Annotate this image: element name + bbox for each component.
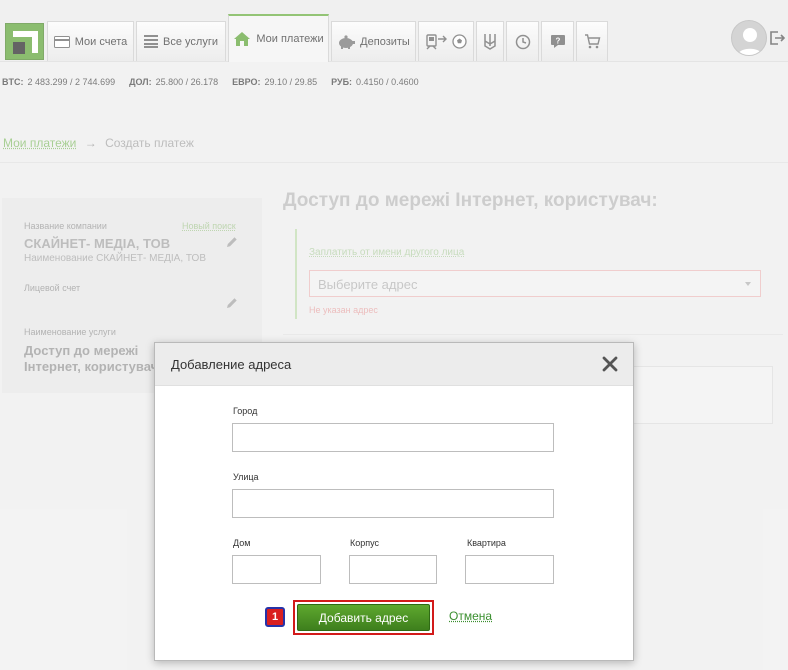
apartment-label: Квартира bbox=[467, 538, 506, 548]
add-address-button[interactable]: Добавить адрес bbox=[297, 604, 430, 631]
annotation-marker: 1 bbox=[265, 607, 285, 627]
building-input[interactable] bbox=[349, 555, 437, 584]
add-address-button-highlight: Добавить адрес bbox=[293, 600, 434, 635]
close-icon[interactable] bbox=[602, 356, 618, 372]
street-input[interactable] bbox=[232, 489, 554, 518]
apartment-input[interactable] bbox=[465, 555, 554, 584]
dialog-title: Добавление адреса bbox=[171, 357, 292, 372]
city-label: Город bbox=[233, 406, 258, 416]
building-label: Корпус bbox=[350, 538, 380, 548]
dialog-header: Добавление адреса bbox=[155, 343, 633, 386]
house-label: Дом bbox=[233, 538, 251, 548]
house-input[interactable] bbox=[232, 555, 321, 584]
add-address-dialog: Добавление адреса Город Улица Дом Корпус… bbox=[154, 342, 634, 661]
city-input[interactable] bbox=[232, 423, 554, 452]
street-label: Улица bbox=[233, 472, 259, 482]
cancel-link[interactable]: Отмена bbox=[449, 609, 492, 623]
